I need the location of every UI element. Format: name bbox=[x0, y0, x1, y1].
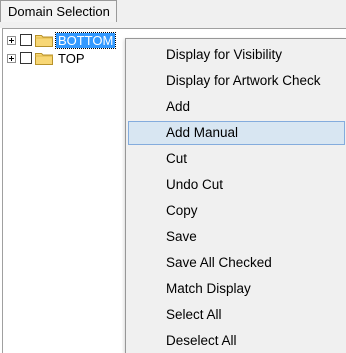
tab-domain-selection[interactable]: Domain Selection bbox=[0, 0, 117, 22]
menu-item-display-for-artwork-check[interactable]: Display for Artwork Check bbox=[128, 69, 345, 93]
menu-item-undo-cut[interactable]: Undo Cut bbox=[128, 173, 345, 197]
context-menu: Display for Visibility Display for Artwo… bbox=[125, 38, 346, 353]
folder-icon bbox=[35, 52, 53, 65]
menu-item-display-for-visibility[interactable]: Display for Visibility bbox=[128, 43, 345, 67]
menu-item-save[interactable]: Save bbox=[128, 225, 345, 249]
menu-item-deselect-all[interactable]: Deselect All bbox=[128, 329, 345, 353]
menu-item-save-all-checked[interactable]: Save All Checked bbox=[128, 251, 345, 275]
tree-checkbox-bottom[interactable] bbox=[20, 34, 32, 46]
menu-item-select-all[interactable]: Select All bbox=[128, 303, 345, 327]
tree-item-top[interactable]: TOP bbox=[7, 50, 87, 66]
menu-item-copy[interactable]: Copy bbox=[128, 199, 345, 223]
folder-icon bbox=[35, 34, 53, 47]
menu-item-match-display[interactable]: Match Display bbox=[128, 277, 345, 301]
tree-label-bottom[interactable]: BOTTOM bbox=[54, 31, 117, 49]
tab-strip: Domain Selection bbox=[0, 0, 346, 28]
menu-item-add[interactable]: Add bbox=[128, 95, 345, 119]
menu-item-add-manual[interactable]: Add Manual bbox=[128, 121, 345, 145]
tree-checkbox-top[interactable] bbox=[20, 52, 32, 64]
expand-plus-icon[interactable] bbox=[7, 53, 16, 63]
menu-item-cut[interactable]: Cut bbox=[128, 147, 345, 171]
tree-item-bottom[interactable]: BOTTOM bbox=[7, 31, 117, 49]
tree-label-top[interactable]: TOP bbox=[56, 51, 87, 66]
expand-plus-icon[interactable] bbox=[7, 35, 16, 45]
